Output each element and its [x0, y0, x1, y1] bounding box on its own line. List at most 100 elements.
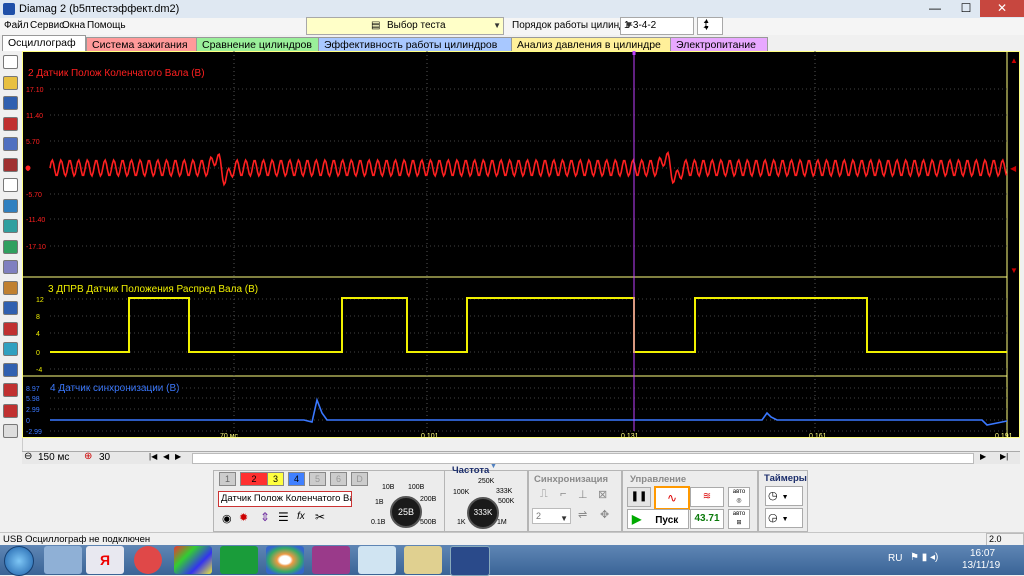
auto-sync-button[interactable]: авто ⊞ — [728, 509, 750, 529]
grid-icon[interactable] — [3, 362, 18, 377]
tab-oscilloscope[interactable]: Осциллограф — [2, 35, 86, 52]
cylinder-order-combo[interactable]: 1-3-4-2 ▼ — [620, 17, 694, 35]
pulse-mode-button[interactable]: ≋ — [690, 487, 724, 507]
sync-fall-icon[interactable]: ⌐ — [560, 488, 566, 500]
channel-button-5[interactable]: 5 — [309, 472, 326, 486]
ch2-waveform — [49, 151, 1008, 187]
tool-taskbar-icon[interactable] — [404, 546, 442, 574]
new-file-icon[interactable] — [3, 55, 18, 69]
auto-scale-label: авто — [732, 489, 746, 495]
chrome-taskbar-icon[interactable] — [266, 546, 304, 574]
scroll-right-small-icon[interactable]: ▶ — [175, 452, 181, 461]
channel-button-3[interactable]: 3 — [267, 472, 284, 486]
timer-2-button[interactable]: ◶ ▼ — [765, 508, 803, 528]
menu-help[interactable]: Помощь — [87, 20, 126, 31]
timer-1-button[interactable]: ◷ ▼ — [765, 486, 803, 506]
freq-mark-250k: 250K — [478, 478, 495, 485]
eye-icon[interactable]: ◉ — [222, 512, 232, 525]
tab-cylinder-compare[interactable]: Сравнение цилиндров — [196, 37, 320, 52]
scroll-right-icon[interactable]: ▶ — [980, 452, 986, 461]
explorer-taskbar-icon[interactable] — [44, 546, 82, 574]
menu-windows[interactable]: Окна — [62, 20, 85, 31]
filter-icon[interactable] — [3, 321, 18, 336]
sync-level-icon[interactable]: ⇌ — [578, 508, 587, 521]
auto-sync-label: авто — [732, 511, 746, 517]
channel-button-4[interactable]: 4 — [288, 472, 305, 486]
scale-arrows-icon[interactable]: ⇕ — [260, 510, 270, 524]
tray-icons[interactable]: ⚑ ▮ ◂) — [910, 552, 938, 563]
sync-edge-icon[interactable]: ⊥ — [578, 488, 588, 501]
utorrent-taskbar-icon[interactable] — [220, 546, 258, 574]
zoom-icon[interactable] — [3, 198, 18, 213]
scroll-left-icon[interactable]: ◀ — [163, 452, 169, 461]
start-menu-button[interactable] — [4, 546, 34, 576]
yandex-taskbar-icon[interactable]: Я — [86, 546, 124, 574]
sync-rise-icon[interactable]: ⎍ — [540, 488, 548, 501]
auto-scale-button[interactable]: авто ◎ — [728, 487, 750, 507]
yandex-browser-icon[interactable] — [134, 546, 162, 574]
filter-icon[interactable]: ✹ — [239, 511, 248, 524]
scroll-last-icon[interactable]: ▶| — [1000, 452, 1008, 461]
tab-power[interactable]: Электропитание — [670, 37, 768, 52]
pause-button[interactable]: ❚❚ — [627, 487, 651, 507]
channel-button-d[interactable]: D — [351, 472, 368, 486]
page-icon[interactable] — [3, 424, 18, 438]
zoom-in-icon[interactable]: ⊕ — [84, 451, 92, 462]
menu-file[interactable]: Файл — [4, 20, 29, 31]
wave3-icon[interactable] — [3, 260, 18, 274]
voltage-knob[interactable]: 25В — [390, 496, 422, 528]
oscilloscope-view[interactable]: 2 Датчик Полож Коленчатого Вала (В) 17.10… — [22, 51, 1020, 438]
start-button[interactable]: ▶ Пуск — [627, 509, 689, 529]
freq-mark-1m: 1M — [497, 519, 507, 526]
frequency-knob[interactable]: 333K — [467, 497, 499, 529]
menu-service[interactable]: Сервис — [30, 20, 64, 31]
diamag-taskbar-icon[interactable] — [450, 546, 490, 576]
language-indicator[interactable]: RU — [888, 553, 902, 564]
sync-move-icon[interactable]: ✥ — [600, 508, 609, 521]
app-taskbar-icon[interactable] — [358, 546, 396, 574]
headphones-icon[interactable] — [3, 157, 18, 172]
ch2-top-marker: ▲ — [1010, 56, 1018, 65]
flag2-icon[interactable] — [3, 403, 18, 418]
function-icon[interactable]: fx — [297, 511, 305, 522]
save-icon[interactable] — [3, 96, 18, 110]
tab-pressure-analysis[interactable]: Анализ давления в цилиндре — [511, 37, 671, 52]
wave-icon[interactable] — [3, 219, 18, 233]
close-button[interactable]: ✕ — [980, 0, 1024, 17]
tools-icon[interactable]: ✂ — [315, 510, 325, 524]
tab-ignition[interactable]: Система зажигания — [86, 37, 198, 52]
rubik-taskbar-icon[interactable] — [174, 546, 212, 574]
test-select-combo[interactable]: ▤ Выбор теста ▼ — [306, 17, 504, 35]
control-title: Управление — [630, 474, 687, 485]
scroll-first-icon[interactable]: |◀ — [149, 452, 157, 461]
wave4-icon[interactable] — [3, 280, 18, 295]
channel-button-6[interactable]: 6 — [330, 472, 347, 486]
winrar-taskbar-icon[interactable] — [312, 546, 350, 574]
cylinder-spinner[interactable]: 1 ▲ ▼ — [697, 17, 723, 35]
auto-icon[interactable] — [3, 116, 18, 131]
minimize-button[interactable]: — — [920, 0, 950, 17]
channel-button-2[interactable]: 2 — [240, 472, 268, 486]
scroll-track[interactable] — [192, 453, 974, 464]
measure-icon[interactable] — [3, 137, 18, 151]
sync-auto-icon[interactable]: ⊠ — [598, 488, 607, 501]
sync-title: Синхронизация — [534, 474, 609, 485]
time-scale-value[interactable]: 150 мс — [38, 452, 69, 463]
panel-collapse-icon[interactable]: ▼ — [490, 463, 498, 470]
flag-icon[interactable] — [3, 383, 18, 397]
active-channel-field[interactable]: Датчик Полож Коленчатого Ва... — [218, 491, 352, 507]
person-icon[interactable] — [3, 342, 18, 356]
sine-mode-button[interactable]: ∿ — [654, 486, 690, 510]
cursor-icon[interactable] — [3, 301, 18, 315]
open-folder-icon[interactable] — [3, 75, 18, 90]
tab-cylinder-efficiency[interactable]: Эффективность работы цилиндров — [318, 37, 512, 52]
wave2-icon[interactable] — [3, 239, 18, 254]
zoom-value[interactable]: 30 — [99, 452, 110, 463]
hand-icon[interactable] — [3, 178, 18, 192]
maximize-button[interactable]: ☐ — [951, 0, 981, 17]
time-scrollbar[interactable]: ⊖ 150 мс ⊕ 30 |◀ ◀ ▶ ▶ ▶| — [22, 451, 1020, 464]
zoom-out-icon[interactable]: ⊖ — [24, 451, 32, 462]
channel-button-1[interactable]: 1 — [219, 472, 236, 486]
sync-channel-select[interactable]: 2 ▼ — [532, 508, 571, 524]
lines-icon[interactable]: ☰ — [278, 510, 289, 524]
